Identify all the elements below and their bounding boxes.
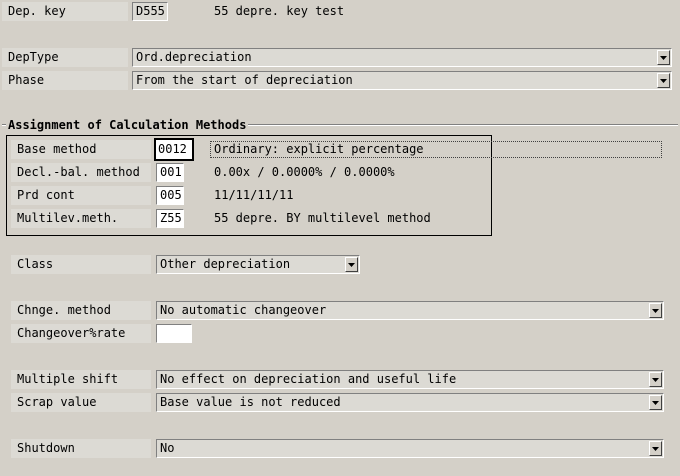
- changeover-rate-field[interactable]: [156, 324, 192, 343]
- phase-label: Phase: [2, 71, 128, 90]
- shutdown-value: No: [160, 441, 175, 455]
- scrap-value-label: Scrap value: [11, 393, 151, 412]
- chnge-method-value: No automatic changeover: [160, 303, 327, 317]
- prd-cont-field[interactable]: 005: [156, 186, 184, 205]
- shutdown-label: Shutdown: [11, 439, 151, 458]
- changeover-rate-label: Changeover%rate: [11, 324, 151, 343]
- chnge-method-dropdown[interactable]: No automatic changeover: [156, 301, 664, 320]
- deptype-chevron-down-icon[interactable]: [657, 50, 670, 65]
- class-label: Class: [11, 255, 151, 274]
- decl-bal-method-description: 0.00x / 0.0000% / 0.0000%: [214, 165, 395, 179]
- dep-key-field[interactable]: D555: [132, 2, 168, 21]
- phase-dropdown[interactable]: From the start of depreciation: [132, 71, 672, 90]
- calc-methods-group-title: Assignment of Calculation Methods: [6, 118, 249, 132]
- multilev-method-label: Multilev.meth.: [11, 209, 151, 228]
- multiple-shift-chevron-down-icon[interactable]: [649, 372, 662, 387]
- scrap-value-dropdown[interactable]: Base value is not reduced: [156, 393, 664, 412]
- deptype-label: DepType: [2, 48, 128, 67]
- deptype-dropdown[interactable]: Ord.depreciation: [132, 48, 672, 67]
- scrap-value-value: Base value is not reduced: [160, 395, 341, 409]
- class-dropdown[interactable]: Other depreciation: [156, 255, 360, 274]
- chnge-method-label: Chnge. method: [11, 301, 151, 320]
- base-method-label: Base method: [11, 140, 151, 159]
- base-method-field[interactable]: 0012: [154, 138, 194, 161]
- multilev-method-field[interactable]: Z55: [156, 209, 184, 228]
- dep-key-label: Dep. key: [2, 2, 128, 21]
- phase-chevron-down-icon[interactable]: [657, 73, 670, 88]
- scrap-value-chevron-down-icon[interactable]: [649, 395, 662, 410]
- deptype-value: Ord.depreciation: [136, 50, 252, 64]
- multiple-shift-label: Multiple shift: [11, 370, 151, 389]
- multiple-shift-dropdown[interactable]: No effect on depreciation and useful lif…: [156, 370, 664, 389]
- prd-cont-description: 11/11/11/11: [214, 188, 294, 202]
- chnge-method-chevron-down-icon[interactable]: [649, 303, 662, 318]
- shutdown-chevron-down-icon[interactable]: [649, 441, 662, 456]
- decl-bal-method-label: Decl.-bal. method: [11, 163, 151, 182]
- base-method-description: Ordinary: explicit percentage: [214, 142, 424, 156]
- dep-key-description: 55 depre. key test: [214, 4, 345, 18]
- class-value: Other depreciation: [160, 257, 291, 271]
- multilev-method-description: 55 depre. BY multilevel method: [214, 211, 431, 225]
- phase-value: From the start of depreciation: [136, 73, 353, 87]
- decl-bal-method-field[interactable]: 001: [156, 163, 184, 182]
- shutdown-dropdown[interactable]: No: [156, 439, 664, 458]
- prd-cont-label: Prd cont: [11, 186, 151, 205]
- multiple-shift-value: No effect on depreciation and useful lif…: [160, 372, 457, 386]
- class-chevron-down-icon[interactable]: [345, 257, 358, 272]
